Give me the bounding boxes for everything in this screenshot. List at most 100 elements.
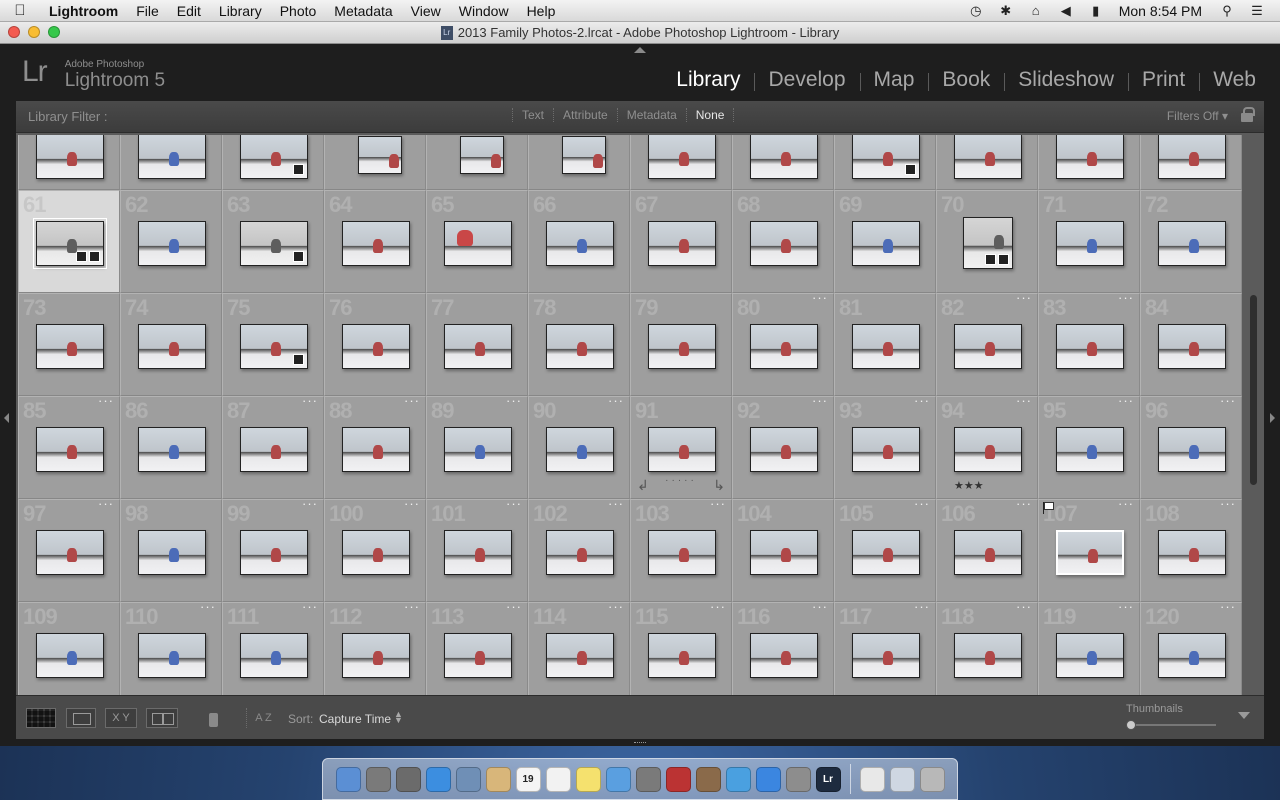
- badge-dots-icon[interactable]: ···: [302, 393, 318, 408]
- grid-cell[interactable]: [732, 135, 834, 190]
- badge-dots-icon[interactable]: ···: [1220, 393, 1236, 408]
- badge-dots-icon[interactable]: ···: [1016, 290, 1032, 305]
- grid-cell[interactable]: 89 ···: [426, 393, 528, 499]
- thumbnail-image[interactable]: [750, 324, 818, 369]
- badge-dots-icon[interactable]: ···: [1220, 599, 1236, 614]
- thumbnail-image[interactable]: [562, 136, 606, 174]
- thumbnail-image[interactable]: [546, 427, 614, 472]
- filter-attribute[interactable]: Attribute: [553, 108, 617, 122]
- grid-cell[interactable]: 64: [324, 190, 426, 293]
- thumbnail-image[interactable]: [240, 135, 308, 179]
- grid-cell[interactable]: 82 ···: [936, 290, 1038, 396]
- grid-cell[interactable]: [1038, 135, 1140, 190]
- minimize-button[interactable]: [28, 26, 40, 38]
- thumbnail-size-slider[interactable]: [1126, 720, 1216, 730]
- thumbnail-image[interactable]: [36, 324, 104, 369]
- badge-dots-icon[interactable]: ···: [710, 599, 726, 614]
- painter-spray-can-icon[interactable]: [206, 708, 220, 730]
- thumbnail-image[interactable]: [648, 324, 716, 369]
- facetime-icon[interactable]: [635, 766, 661, 792]
- grid-cell[interactable]: 111 ···: [222, 599, 324, 695]
- toolbar-menu-chevron-icon[interactable]: [1238, 712, 1250, 719]
- grid-cell[interactable]: 70: [936, 190, 1038, 293]
- module-library[interactable]: Library: [662, 68, 754, 92]
- thumbnail-image[interactable]: [954, 633, 1022, 678]
- thumbnail-image[interactable]: [358, 136, 402, 174]
- edited-badge-icon[interactable]: [293, 164, 304, 175]
- grid-cell[interactable]: 61: [18, 190, 120, 293]
- thumbnail-image[interactable]: [750, 135, 818, 179]
- grid-cell[interactable]: 78: [528, 293, 630, 396]
- badge-dots-icon[interactable]: ···: [1220, 496, 1236, 511]
- grid-cell[interactable]: 91 ↲ ↳ ·····: [630, 396, 732, 499]
- safari-icon[interactable]: [425, 766, 451, 792]
- bottom-panel-toggle-icon[interactable]: [634, 742, 646, 746]
- thumbnail-image[interactable]: [1056, 633, 1124, 678]
- thumbnail-image[interactable]: [648, 530, 716, 575]
- thumbnail-image[interactable]: [342, 633, 410, 678]
- messages-icon[interactable]: [605, 766, 631, 792]
- thumbnail-image[interactable]: [1158, 221, 1226, 266]
- grid-cell[interactable]: 110 ···: [120, 599, 222, 695]
- grid-cell[interactable]: [426, 135, 528, 190]
- grid-cell[interactable]: 118 ···: [936, 599, 1038, 695]
- menu-library[interactable]: Library: [210, 3, 271, 19]
- right-panel-toggle-icon[interactable]: [1270, 413, 1275, 423]
- thumbnail-image[interactable]: [546, 633, 614, 678]
- menu-view[interactable]: View: [402, 3, 450, 19]
- notes-icon[interactable]: [545, 766, 571, 792]
- badge-dots-icon[interactable]: ···: [1118, 496, 1134, 511]
- grid-cell[interactable]: 66: [528, 190, 630, 293]
- grid-cell[interactable]: 108 ···: [1140, 496, 1242, 602]
- thumbnail-image[interactable]: [852, 633, 920, 678]
- badge-dots-icon[interactable]: ···: [302, 496, 318, 511]
- thumbnail-image[interactable]: [240, 324, 308, 369]
- thumbnail-image[interactable]: [954, 427, 1022, 472]
- system-preferences-icon[interactable]: [785, 766, 811, 792]
- grid-cell[interactable]: 97 ···: [18, 496, 120, 602]
- lightroom-icon[interactable]: Lr: [815, 766, 841, 792]
- grid-cell[interactable]: 86: [120, 396, 222, 499]
- badge-dots-icon[interactable]: ···: [812, 290, 828, 305]
- grid-cell[interactable]: 104: [732, 499, 834, 602]
- thumbnail-image[interactable]: [1056, 135, 1124, 179]
- badge-dots-icon[interactable]: ···: [1016, 393, 1032, 408]
- thumbnail-image[interactable]: [648, 427, 716, 472]
- grid-cell[interactable]: 102 ···: [528, 496, 630, 602]
- thumbnail-image[interactable]: [138, 221, 206, 266]
- window-titlebar[interactable]: Lr 2013 Family Photos-2.lrcat - Adobe Ph…: [0, 22, 1280, 44]
- badge-dots-icon[interactable]: ···: [914, 393, 930, 408]
- grid-cell[interactable]: 103 ···: [630, 496, 732, 602]
- left-panel-toggle-icon[interactable]: [4, 413, 9, 423]
- thumbnail-image[interactable]: [852, 530, 920, 575]
- thumbnail-image[interactable]: [138, 530, 206, 575]
- preview-icon[interactable]: [455, 766, 481, 792]
- badge-dots-icon[interactable]: ···: [710, 496, 726, 511]
- thumbnail-image[interactable]: [648, 221, 716, 266]
- module-develop[interactable]: Develop: [754, 68, 859, 92]
- wifi-icon[interactable]: ⌂: [1021, 3, 1051, 18]
- grid-cell[interactable]: 80 ···: [732, 290, 834, 396]
- bluetooth-icon[interactable]: ✱: [991, 3, 1021, 19]
- thumbnail-image[interactable]: [954, 135, 1022, 179]
- grid-cell[interactable]: [834, 135, 936, 190]
- badge-dots-icon[interactable]: ···: [914, 496, 930, 511]
- filter-text[interactable]: Text: [512, 108, 553, 122]
- module-slideshow[interactable]: Slideshow: [1004, 68, 1128, 92]
- thumbnail-image[interactable]: [546, 324, 614, 369]
- grid-cell[interactable]: 65: [426, 190, 528, 293]
- grid-cell[interactable]: 120 ···: [1140, 599, 1242, 695]
- app-store-icon[interactable]: [755, 766, 781, 792]
- photo-booth-icon[interactable]: [665, 766, 691, 792]
- grid-cell[interactable]: 68: [732, 190, 834, 293]
- thumbnail-image[interactable]: [1158, 324, 1226, 369]
- badge-dots-icon[interactable]: ···: [1118, 290, 1134, 305]
- grid-cell[interactable]: 81: [834, 293, 936, 396]
- grid-cell[interactable]: 112 ···: [324, 599, 426, 695]
- loupe-view-button[interactable]: [66, 708, 96, 728]
- grid-cell[interactable]: 101 ···: [426, 496, 528, 602]
- thumbnail-image[interactable]: [648, 633, 716, 678]
- thumbnail-image[interactable]: [138, 324, 206, 369]
- thumbnail-image[interactable]: [852, 135, 920, 179]
- grid-cell[interactable]: 79: [630, 293, 732, 396]
